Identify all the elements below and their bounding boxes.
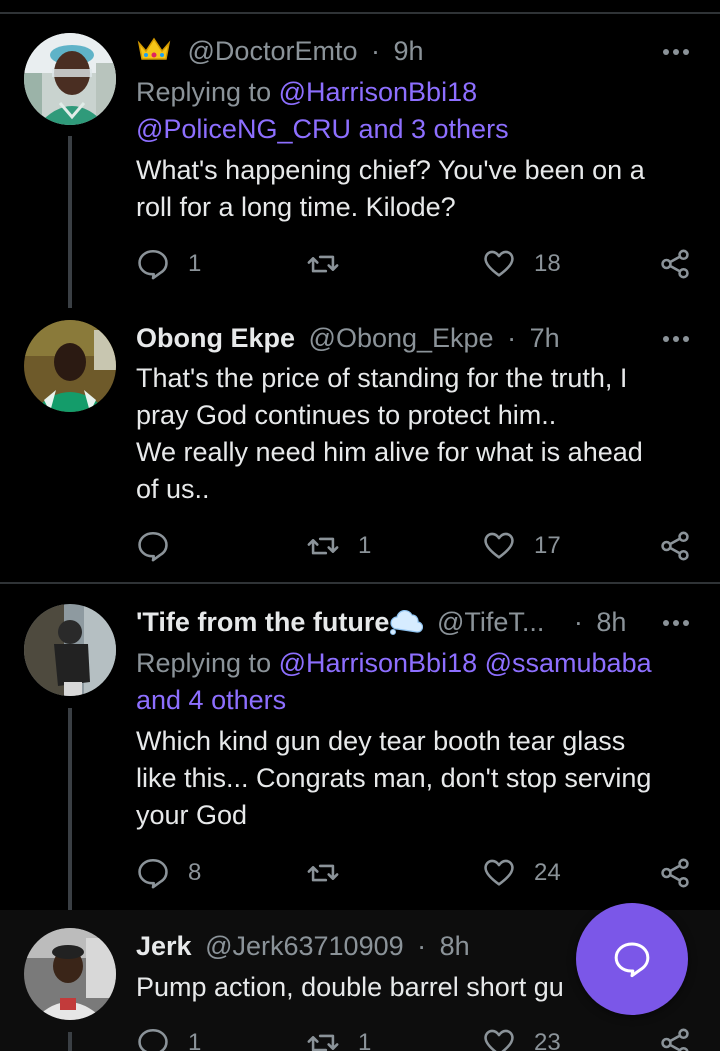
heart-icon [484,250,514,277]
more-icon[interactable] [662,613,690,633]
retweet-count: 1 [358,1029,372,1051]
reply-icon [138,1028,168,1051]
like-count: 24 [534,859,561,886]
share-icon [661,1028,689,1051]
share-button[interactable] [658,855,692,891]
retweet-button[interactable]: 1 [306,1025,371,1051]
tweet-actions: 1 1 23 [136,1025,696,1051]
timestamp[interactable]: 8h [440,931,470,961]
reply-button[interactable]: 1 [136,246,201,282]
more-icon[interactable] [662,329,690,349]
display-name[interactable]: Jerk [136,931,192,961]
cloud-emoji-icon [389,607,424,642]
like-button[interactable]: 23 [482,1025,561,1051]
timestamp[interactable]: 8h [596,607,626,637]
tweet-header: 'Tife from the future @TifeT... · 8h [136,606,660,642]
compose-reply-icon [614,942,650,978]
mention-link[interactable]: @HarrisonBbi18 [279,77,478,107]
tweet-text: That's the price of standing for the tru… [136,363,643,504]
avatar[interactable] [24,33,116,125]
timestamp[interactable]: 9h [394,36,424,66]
reply-button[interactable]: 8 [136,855,201,891]
reply-button[interactable] [136,528,188,564]
retweet-icon [307,255,339,273]
heart-icon [484,859,514,886]
tweet-doctoremto[interactable]: @DoctorEmto · 9h Replying to @HarrisonBb… [0,0,720,310]
tweet-actions: 1 17 [136,528,696,564]
replying-to: Replying to @HarrisonBbi18 @ssamubaba an… [136,645,680,719]
retweet-icon [307,864,339,882]
like-count: 17 [534,532,561,559]
reply-icon [138,531,168,562]
like-count: 18 [534,250,561,277]
share-button[interactable] [658,1025,692,1051]
crown-icon [136,35,172,70]
separator-dot: · [417,931,427,961]
tweet-actions: 8 24 [136,855,696,891]
retweet-button[interactable] [306,855,358,891]
like-button[interactable]: 17 [482,528,561,564]
separator-dot: · [573,607,583,637]
reply-icon [138,249,168,280]
retweet-button[interactable]: 1 [306,528,371,564]
retweet-button[interactable] [306,246,358,282]
reply-icon [138,858,168,889]
replying-prefix: Replying to [136,77,272,107]
timeline: @DoctorEmto · 9h Replying to @HarrisonBb… [0,0,720,1051]
share-button[interactable] [658,528,692,564]
tweet-text: Which kind gun dey tear booth tear glass… [136,726,652,830]
more-icon[interactable] [662,42,690,62]
avatar[interactable] [24,928,116,1020]
display-name[interactable]: Obong Ekpe [136,323,295,353]
tweet-header: @DoctorEmto · 9h [136,35,660,70]
retweet-count: 1 [358,532,372,559]
share-icon [661,858,689,888]
handle[interactable]: @DoctorEmto [188,36,358,66]
avatar[interactable] [24,320,116,412]
retweet-icon [307,1034,339,1051]
separator-dot: · [507,323,517,353]
like-button[interactable]: 24 [482,855,561,891]
tweet-obong-ekpe[interactable]: Obong Ekpe @Obong_Ekpe · 7h That's the p… [0,310,720,584]
mention-link[interactable]: and 4 others [136,685,286,715]
reply-count: 1 [188,1029,202,1051]
display-name[interactable]: 'Tife from the future [136,607,389,637]
avatar[interactable] [24,604,116,696]
replying-to: Replying to @HarrisonBbi18 @PoliceNG_CRU… [136,74,680,148]
handle[interactable]: @Obong_Ekpe [309,323,494,353]
timestamp[interactable]: 7h [530,323,560,353]
separator-dot: · [370,36,380,66]
share-icon [661,531,689,561]
share-button[interactable] [658,246,692,282]
thread-line [68,1032,72,1051]
handle[interactable]: @TifeT... [437,607,544,637]
retweet-icon [307,537,339,555]
replying-prefix: Replying to [136,648,272,678]
like-button[interactable]: 18 [482,246,561,282]
tweet-tife[interactable]: 'Tife from the future @TifeT... · 8h Rep… [0,584,720,910]
thread-line [68,136,72,308]
reply-count: 8 [188,859,202,886]
tweet-text: What's happening chief? You've been on a… [136,155,645,222]
mention-link[interactable]: @PoliceNG_CRU and 3 others [136,114,509,144]
handle[interactable]: @Jerk63710909 [205,931,404,961]
reply-count: 1 [188,250,202,277]
compose-reply-button[interactable] [576,903,688,1015]
share-icon [661,249,689,279]
tweet-header: Obong Ekpe @Obong_Ekpe · 7h [136,322,660,354]
tweet-actions: 1 18 [136,246,696,282]
like-count: 23 [534,1029,561,1051]
heart-icon [484,1029,514,1051]
thread-line [68,708,72,910]
mention-link[interactable]: @HarrisonBbi18 @ssamubaba [279,648,652,678]
reply-button[interactable]: 1 [136,1025,201,1051]
heart-icon [484,532,514,559]
